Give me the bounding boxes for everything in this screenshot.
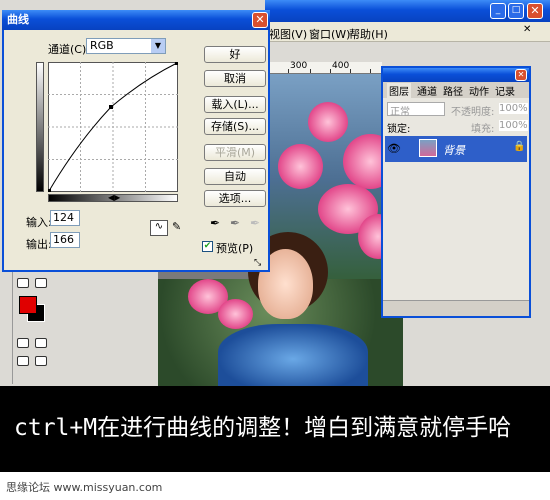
cancel-button[interactable]: 取消 (204, 70, 266, 87)
ok-button[interactable]: 好 (204, 46, 266, 63)
photo-subject-dress (218, 324, 368, 386)
menu-bar: 视图(V) 窗口(W) 帮助(H) ✕ (265, 22, 550, 42)
curve-control-point (109, 105, 113, 109)
output-field[interactable]: 166 (50, 232, 80, 248)
menu-window[interactable]: 窗口(W) (309, 26, 350, 42)
caption-bar: ctrl+M在进行曲线的调整！增白到满意就停手哈 (0, 386, 550, 472)
preview-label: 预览(P) (216, 242, 254, 255)
watermark-text: 思缘论坛 www.missyuan.com (6, 481, 163, 494)
curve-tool-icon[interactable]: ∿ (150, 220, 168, 236)
channel-select[interactable]: RGB ▼ (86, 38, 166, 54)
screen-mode-icon[interactable] (17, 356, 29, 366)
gradient-toggle-icon[interactable]: ◀▶ (108, 193, 120, 202)
channel-label: 通道(C): (48, 43, 90, 56)
curves-dialog: 曲线 ✕ 通道(C): RGB ▼ ◀▶ 输入: 124 输出: 166 ∿ ✎… (2, 10, 270, 272)
flower-cluster (278, 144, 323, 189)
white-eyedropper-icon[interactable]: ✒ (250, 216, 260, 230)
options-button[interactable]: 选项... (204, 190, 266, 207)
eye-icon[interactable]: 👁 (387, 142, 401, 155)
doc-close-icon[interactable]: ✕ (523, 24, 531, 35)
tab-paths[interactable]: 路径 (441, 83, 465, 98)
blend-mode-select[interactable]: 正常 (387, 102, 445, 118)
opacity-label: 不透明度: (451, 107, 495, 118)
layer-name[interactable]: 背景 (443, 142, 465, 158)
input-field[interactable]: 124 (50, 210, 80, 226)
lock-icon: 🔒 (513, 141, 526, 152)
dialog-title: 曲线 (7, 13, 29, 26)
ps-close-button[interactable]: ✕ (527, 3, 543, 19)
caption-text: ctrl+M在进行曲线的调整！增白到满意就停手哈 (14, 415, 512, 441)
flower-cluster (218, 299, 253, 329)
toolbox (12, 272, 58, 384)
maximize-button[interactable]: □ (508, 3, 524, 19)
chevron-down-icon[interactable]: ▼ (151, 39, 165, 53)
resize-grip-icon[interactable]: ⤡ (254, 258, 261, 268)
menu-help[interactable]: 帮助(H) (349, 26, 388, 42)
layers-close-button[interactable]: ✕ (515, 69, 527, 81)
fill-field[interactable]: 100% (499, 120, 528, 131)
curve-graph[interactable] (48, 62, 178, 192)
pencil-tool-icon[interactable]: ✎ (172, 220, 181, 233)
layer-row[interactable]: 👁 背景 🔒 (385, 136, 527, 162)
dialog-title-bar: 曲线 (2, 10, 270, 30)
standard-mode-icon[interactable] (35, 338, 47, 348)
tab-history[interactable]: 记录 (493, 83, 517, 98)
panel-tabs: 图层 通道 路径 动作 记录 (383, 82, 529, 98)
footer: 思缘论坛 www.missyuan.com (0, 472, 550, 500)
smooth-button[interactable]: 平滑(M) (204, 144, 266, 161)
fill-label: 填充: (471, 124, 495, 135)
auto-button[interactable]: 自动 (204, 168, 266, 185)
menu-view[interactable]: 视图(V) (269, 26, 307, 42)
gray-eyedropper-icon[interactable]: ✒ (230, 216, 240, 230)
output-label: 输出: (26, 238, 52, 251)
input-label: 输入: (26, 216, 52, 229)
load-button[interactable]: 载入(L)... (204, 96, 266, 113)
tab-actions[interactable]: 动作 (467, 83, 491, 98)
layers-bottom-toolbar (383, 300, 529, 316)
lock-label: 锁定: (387, 124, 411, 135)
blend-mode-value: 正常 (390, 107, 410, 118)
ruler-label-300: 300 (290, 61, 308, 71)
tab-channels[interactable]: 通道 (415, 83, 439, 98)
foreground-color-swatch[interactable] (19, 296, 37, 314)
tab-layers[interactable]: 图层 (387, 83, 411, 98)
layers-panel: ✕ 图层 通道 路径 动作 记录 正常 不透明度: 100% 锁定: 填充: 1… (381, 66, 531, 318)
output-gradient-bar (36, 62, 44, 192)
layer-thumbnail (419, 139, 437, 157)
preview-checkbox[interactable]: ✔ (202, 241, 213, 252)
minimize-button[interactable]: _ (490, 3, 506, 19)
quick-mask-icon[interactable] (17, 338, 29, 348)
full-screen-icon[interactable] (35, 356, 47, 366)
black-eyedropper-icon[interactable]: ✒ (210, 216, 220, 230)
hand-tool-icon[interactable] (17, 278, 29, 288)
flower-cluster (308, 102, 348, 142)
layers-panel-title (383, 68, 529, 82)
save-button[interactable]: 存储(S)... (204, 118, 266, 135)
ruler-label-400: 400 (332, 61, 350, 71)
zoom-tool-icon[interactable] (35, 278, 47, 288)
opacity-field[interactable]: 100% (499, 103, 528, 114)
horizontal-ruler: 300 400 (270, 61, 382, 74)
dialog-close-button[interactable]: ✕ (252, 12, 268, 28)
channel-value: RGB (90, 39, 114, 52)
